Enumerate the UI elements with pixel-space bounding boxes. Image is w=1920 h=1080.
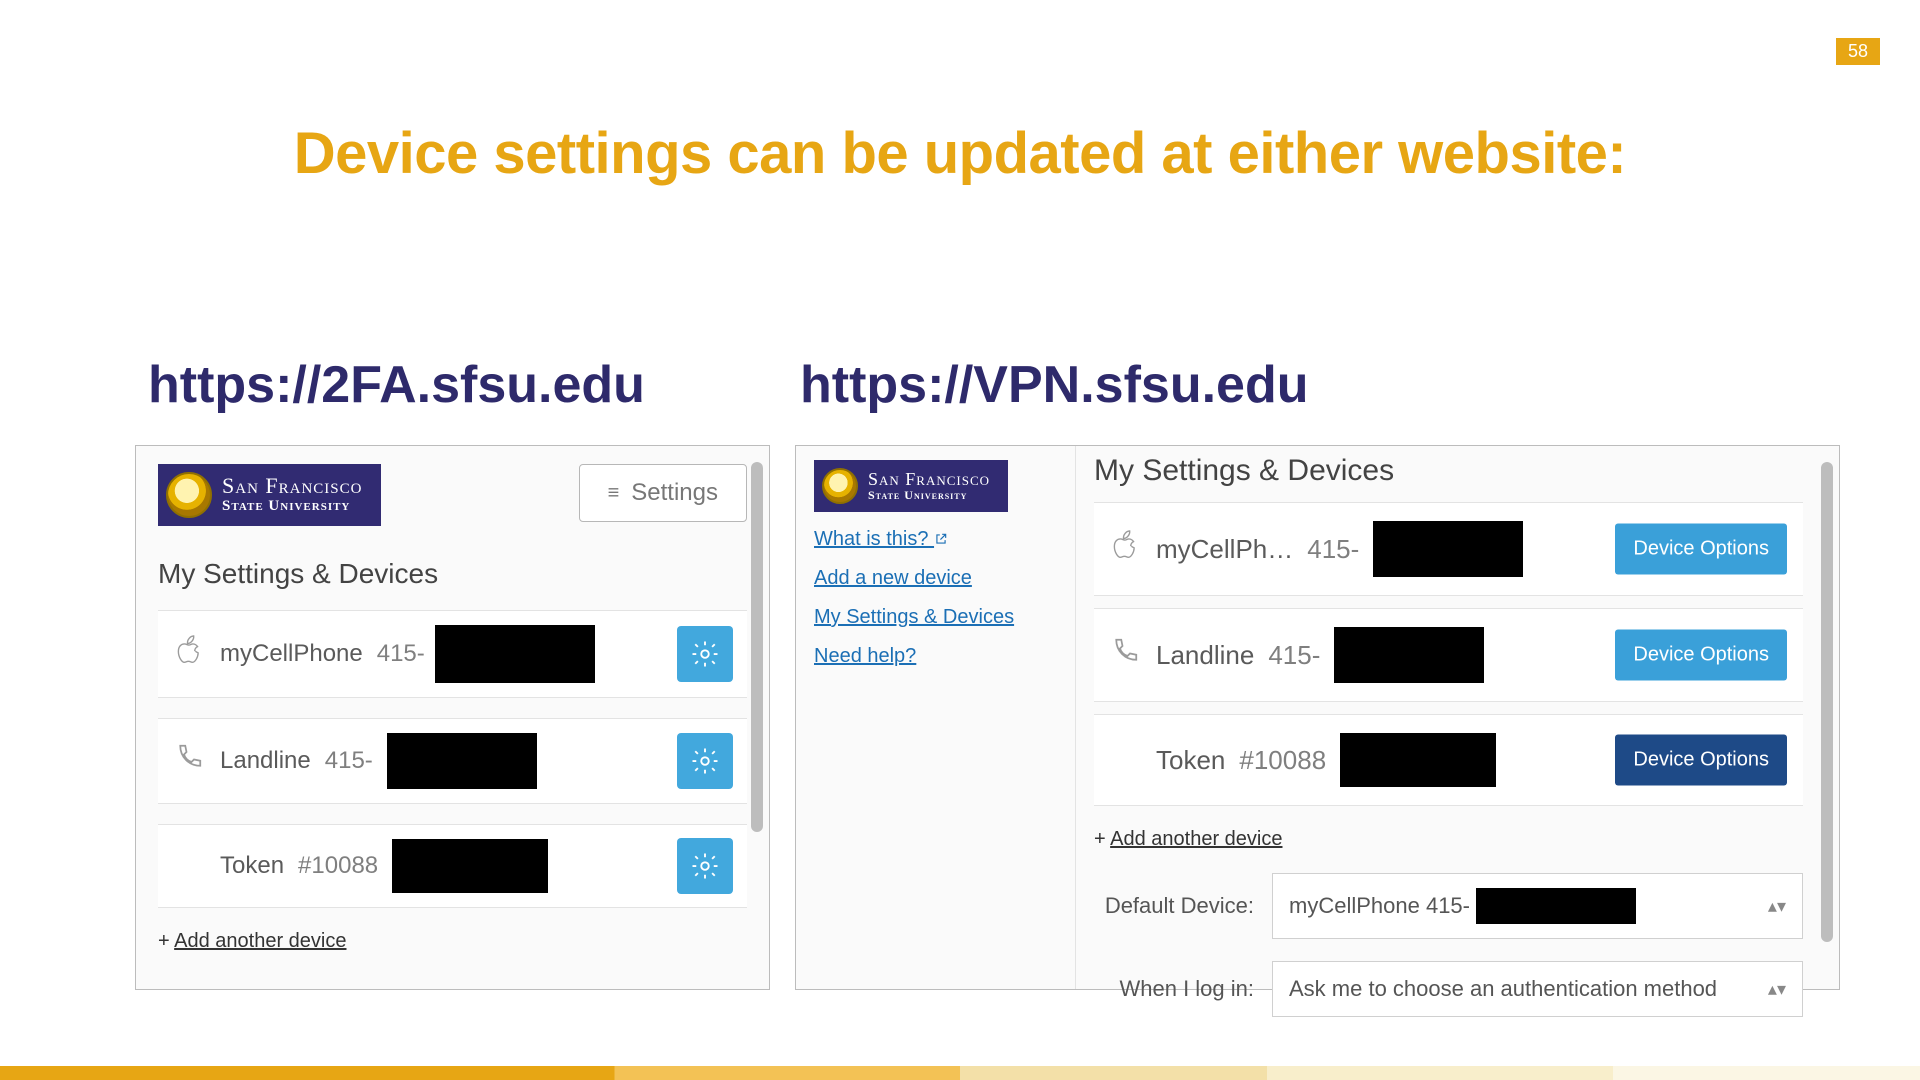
panel-vpn: San Francisco State University What is t… <box>795 445 1840 990</box>
device-row: Landline 415- Device Options <box>1094 608 1803 702</box>
device-gear-button[interactable] <box>677 733 733 789</box>
footer-strip <box>0 1066 1920 1080</box>
sidebar: San Francisco State University What is t… <box>796 446 1076 989</box>
brand-line1: San Francisco <box>222 475 363 497</box>
redacted-block <box>1476 888 1636 924</box>
device-number-prefix: #10088 <box>1239 745 1326 776</box>
brand-line2: State University <box>222 497 363 515</box>
chevron-updown-icon: ▴▾ <box>1768 979 1786 1000</box>
device-options-button[interactable]: Device Options <box>1615 735 1787 786</box>
slide-title: Device settings can be updated at either… <box>0 120 1920 187</box>
when-login-label: When I log in: <box>1094 976 1254 1002</box>
link-what-is-this[interactable]: What is this? <box>814 528 1057 551</box>
redacted-block <box>1334 627 1484 683</box>
link-need-help[interactable]: Need help? <box>814 645 1057 668</box>
device-options-button[interactable]: Device Options <box>1615 524 1787 575</box>
redacted-block <box>392 839 548 893</box>
device-row: myCellPhone 415- <box>158 610 747 698</box>
phone-icon <box>172 742 206 780</box>
apple-icon <box>1108 529 1142 569</box>
link-label: What is this? <box>814 528 928 550</box>
device-number-prefix: 415- <box>1268 640 1320 671</box>
chevron-updown-icon: ▴▾ <box>1768 896 1786 917</box>
brand-line1: San Francisco <box>868 470 990 488</box>
add-another-device-link[interactable]: + Add another device <box>1094 828 1803 851</box>
settings-button[interactable]: ≡ Settings <box>579 464 747 522</box>
add-another-device-label: Add another device <box>174 930 346 952</box>
default-device-row: Default Device: myCellPhone 415- ▴▾ <box>1094 873 1803 939</box>
when-login-value: Ask me to choose an authentication metho… <box>1289 976 1717 1002</box>
device-row: Landline 415- <box>158 718 747 804</box>
device-options-button[interactable]: Device Options <box>1615 630 1787 681</box>
device-number-prefix: 415- <box>1307 534 1359 565</box>
phone-icon <box>1108 636 1142 674</box>
redacted-block <box>1373 521 1523 577</box>
device-number-prefix: 415- <box>377 640 425 668</box>
gear-icon <box>690 639 720 669</box>
device-number-prefix: 415- <box>325 747 373 775</box>
brand-line2: State University <box>868 488 990 502</box>
scrollbar[interactable] <box>1821 462 1833 942</box>
url-left: https://2FA.sfsu.edu <box>148 355 645 415</box>
device-name: myCellPh… <box>1156 534 1293 565</box>
device-name: myCellPhone <box>220 640 363 668</box>
add-another-device-label: Add another device <box>1110 828 1282 850</box>
add-another-device-link[interactable]: + Add another device <box>158 930 747 953</box>
device-gear-button[interactable] <box>677 838 733 894</box>
scrollbar[interactable] <box>751 462 763 832</box>
device-name: Landline <box>220 747 311 775</box>
default-device-select[interactable]: myCellPhone 415- ▴▾ <box>1272 873 1803 939</box>
external-link-icon <box>934 532 948 546</box>
device-row: myCellPh… 415- Device Options <box>1094 502 1803 596</box>
gear-icon <box>690 851 720 881</box>
redacted-block <box>435 625 595 683</box>
apple-icon <box>172 634 206 674</box>
device-name: Token <box>1156 745 1225 776</box>
redacted-block <box>1340 733 1496 787</box>
hamburger-icon: ≡ <box>608 483 620 503</box>
gear-icon <box>690 746 720 776</box>
when-login-row: When I log in: Ask me to choose an authe… <box>1094 961 1803 1017</box>
university-seal-icon <box>166 472 212 518</box>
device-row: Token #10088 Device Options <box>1094 714 1803 806</box>
section-heading-left: My Settings & Devices <box>158 558 747 590</box>
link-my-settings[interactable]: My Settings & Devices <box>814 606 1057 629</box>
sfsu-brand: San Francisco State University <box>814 460 1008 512</box>
default-device-value: myCellPhone 415- <box>1289 893 1470 919</box>
device-name: Landline <box>1156 640 1254 671</box>
university-seal-icon <box>822 468 858 504</box>
url-right: https://VPN.sfsu.edu <box>800 355 1308 415</box>
sfsu-brand: San Francisco State University <box>158 464 381 526</box>
panel-2fa: San Francisco State University ≡ Setting… <box>135 445 770 990</box>
settings-button-label: Settings <box>631 479 718 507</box>
device-row: Token #10088 <box>158 824 747 908</box>
device-name: Token <box>220 852 284 880</box>
main-content: My Settings & Devices myCellPh… 415- Dev… <box>1076 446 1839 989</box>
when-login-select[interactable]: Ask me to choose an authentication metho… <box>1272 961 1803 1017</box>
slide-number-badge: 58 <box>1836 38 1880 65</box>
device-gear-button[interactable] <box>677 626 733 682</box>
link-add-new-device[interactable]: Add a new device <box>814 567 1057 590</box>
default-device-label: Default Device: <box>1094 893 1254 919</box>
section-heading-right: My Settings & Devices <box>1094 454 1803 488</box>
device-number-prefix: #10088 <box>298 852 378 880</box>
redacted-block <box>387 733 537 789</box>
